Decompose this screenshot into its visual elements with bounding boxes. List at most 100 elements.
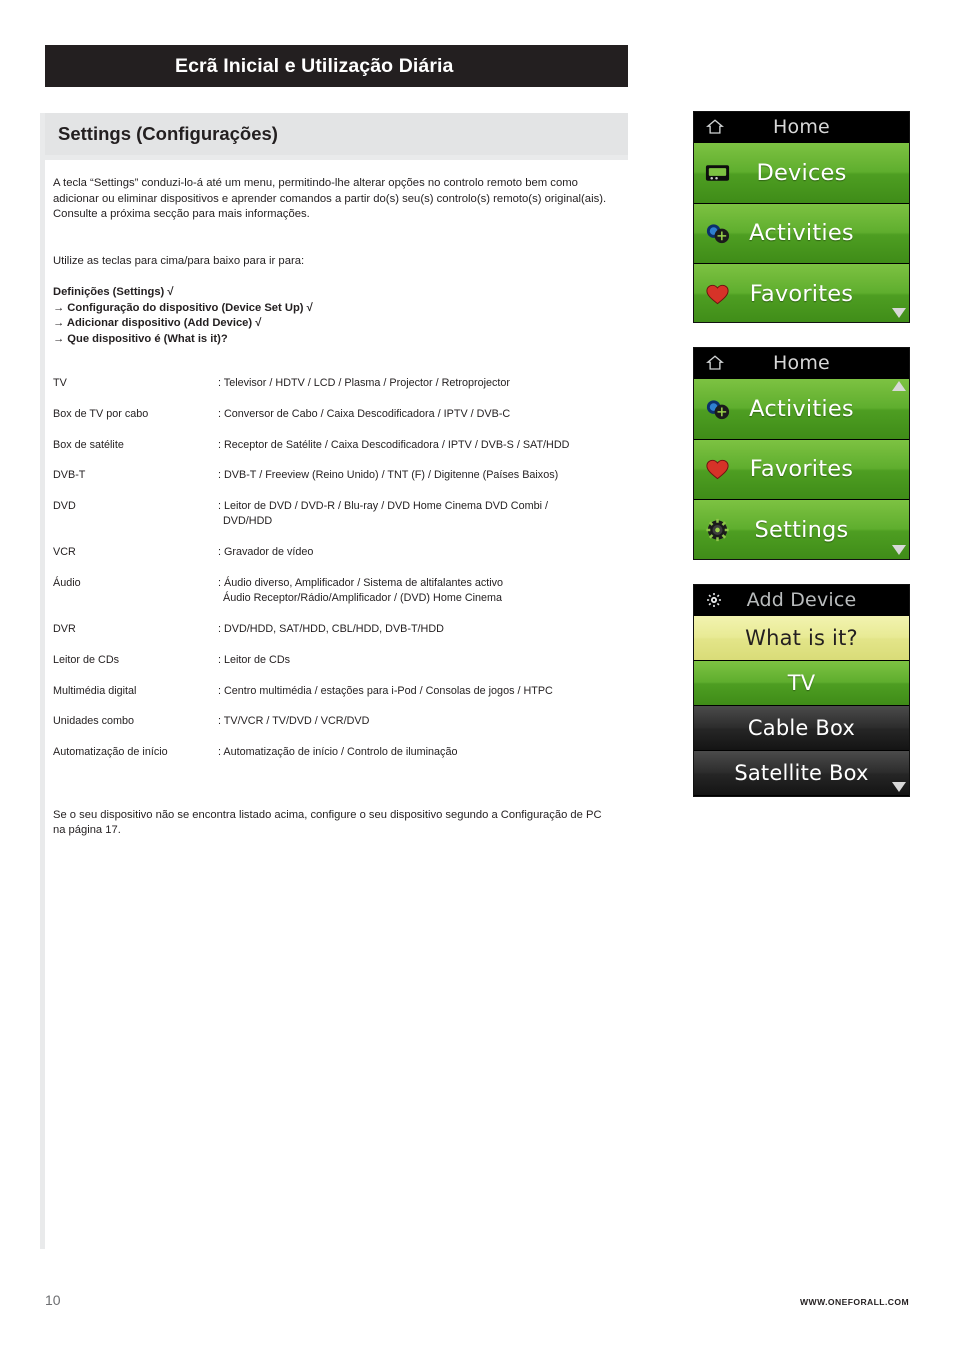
- screen-title: Home: [773, 116, 830, 138]
- table-row: Unidades combo : TV/VCR / TV/DVD / VCR/D…: [53, 714, 609, 745]
- menu-path-item: → Que dispositivo é (What is it)?: [53, 332, 228, 345]
- screen-row-label: TV: [787, 671, 816, 695]
- remote-screen-add-device[interactable]: Add Device What is it? TV Cable Box Sate…: [693, 584, 910, 797]
- device-name: DVR: [53, 622, 76, 635]
- page-number: 10: [45, 1292, 61, 1308]
- table-row: DVB-T : DVB-T / Freeview (Reino Unido) /…: [53, 468, 609, 499]
- table-row: Box de satélite : Receptor de Satélite /…: [53, 438, 609, 469]
- remote-screen-home-settings[interactable]: Home Activities Favorites Settings: [693, 347, 910, 560]
- screen-row-what-is-it[interactable]: What is it?: [694, 615, 909, 660]
- device-desc: : Leitor de DVD / DVD-R / Blu-ray / DVD …: [218, 499, 609, 545]
- device-desc-line1: : Automatização de início / Controlo de …: [218, 746, 458, 759]
- heart-icon: [704, 280, 731, 307]
- device-desc-line1: : TV/VCR / TV/DVD / VCR/DVD: [218, 715, 370, 728]
- scroll-down-icon[interactable]: [891, 306, 907, 319]
- table-row: Box de TV por cabo : Conversor de Cabo /…: [53, 407, 609, 438]
- table-row: TV : Televisor / HDTV / LCD / Plasma / P…: [53, 376, 609, 407]
- screen-row-devices[interactable]: Devices: [694, 142, 909, 203]
- screen-row-cable-box[interactable]: Cable Box: [694, 705, 909, 750]
- devices-icon: [704, 159, 731, 186]
- remote-screen-home-devices[interactable]: Home Devices Activities Favorites: [693, 111, 910, 323]
- screen-title: Home: [773, 352, 830, 374]
- device-name: Áudio: [53, 576, 81, 589]
- device-desc-line1: : Centro multimédia / estações para i-Po…: [218, 684, 553, 697]
- device-name: Leitor de CDs: [53, 653, 120, 666]
- device-desc-line1: : Áudio diverso, Amplificador / Sistema …: [218, 576, 504, 589]
- table-row: Multimédia digital : Centro multimédia /…: [53, 684, 609, 715]
- device-desc: : Receptor de Satélite / Caixa Descodifi…: [218, 438, 609, 469]
- screen-row-tv[interactable]: TV: [694, 660, 909, 705]
- usage-paragraph: Utilize as teclas para cima/para baixo p…: [53, 255, 305, 267]
- device-name: Box de satélite: [53, 438, 124, 451]
- device-desc: : Áudio diverso, Amplificador / Sistema …: [218, 576, 609, 622]
- device-name: DVB-T: [53, 469, 86, 482]
- website-label: WWW.ONEFORALL.COM: [800, 1297, 909, 1307]
- section-title-band: Settings (Configurações): [45, 113, 628, 155]
- device-name: Unidades combo: [53, 715, 135, 728]
- device-name: Automatização de início: [53, 746, 168, 759]
- screen-row-settings[interactable]: Settings: [694, 499, 909, 559]
- device-name: VCR: [53, 546, 76, 559]
- device-desc: : Televisor / HDTV / LCD / Plasma / Proj…: [218, 376, 609, 407]
- home-icon: [706, 354, 724, 372]
- gear-icon: [704, 516, 731, 543]
- home-icon: [706, 118, 724, 136]
- device-desc-line1: : Leitor de DVD / DVD-R / Blu-ray / DVD …: [218, 500, 548, 513]
- heart-icon: [704, 456, 731, 483]
- gear-icon: [706, 592, 722, 608]
- section-title: Settings (Configurações): [58, 123, 278, 144]
- menu-path-item: → Adicionar dispositivo (Add Device) √: [53, 317, 262, 329]
- screen-row-label: Satellite Box: [734, 761, 869, 785]
- device-desc-line1: : Gravador de vídeo: [218, 546, 314, 559]
- device-desc-line1: : DVD/HDD, SAT/HDD, CBL/HDD, DVB-T/HDD: [218, 622, 444, 635]
- screen-row-satellite-box[interactable]: Satellite Box: [694, 750, 909, 795]
- device-name: TV: [53, 377, 67, 389]
- device-type-table: TV : Televisor / HDTV / LCD / Plasma / P…: [53, 376, 609, 776]
- device-desc: : TV/VCR / TV/DVD / VCR/DVD: [218, 714, 609, 745]
- screen-titlebar: Home: [694, 348, 909, 378]
- device-desc: : Gravador de vídeo: [218, 545, 609, 576]
- table-row: Leitor de CDs : Leitor de CDs: [53, 653, 609, 684]
- page-title: Ecrã Inicial e Utilização Diária: [175, 54, 454, 77]
- scroll-down-icon[interactable]: [891, 543, 907, 556]
- screen-titlebar: Home: [694, 112, 909, 142]
- device-desc-line1: : Televisor / HDTV / LCD / Plasma / Proj…: [218, 377, 511, 389]
- screen-row-favorites[interactable]: Favorites: [694, 263, 909, 322]
- screen-row-label: What is it?: [745, 626, 858, 650]
- device-name: Multimédia digital: [53, 684, 137, 697]
- device-desc: : DVD/HDD, SAT/HDD, CBL/HDD, DVB-T/HDD: [218, 622, 609, 653]
- device-desc-line2: DVD/HDD: [223, 515, 273, 528]
- device-desc-line1: : Conversor de Cabo / Caixa Descodificad…: [218, 407, 511, 420]
- device-desc: : Centro multimédia / estações para i-Po…: [218, 684, 609, 715]
- table-row: DVD : Leitor de DVD / DVD-R / Blu-ray / …: [53, 499, 609, 545]
- scroll-down-icon[interactable]: [891, 780, 907, 793]
- device-desc-line1: : DVB-T / Freeview (Reino Unido) / TNT (…: [218, 469, 559, 482]
- device-desc: : Leitor de CDs: [218, 653, 609, 684]
- menu-path-item: Definições (Settings) √: [53, 286, 174, 298]
- activities-icon: [704, 395, 731, 422]
- table-row: Automatização de início : Automatização …: [53, 745, 609, 776]
- device-desc-line2: Áudio Receptor/Rádio/Amplificador / (DVD…: [223, 592, 503, 605]
- screen-row-activities[interactable]: Activities: [694, 378, 909, 439]
- scroll-up-icon[interactable]: [891, 380, 907, 393]
- menu-path-item: → Configuração do dispositivo (Device Se…: [53, 301, 313, 314]
- device-desc: : Automatização de início / Controlo de …: [218, 745, 609, 776]
- screen-row-label: Cable Box: [747, 716, 856, 740]
- device-name: DVD: [53, 500, 76, 513]
- activities-icon: [704, 220, 731, 247]
- menu-path-list: Definições (Settings) √ → Configuração d…: [53, 285, 313, 347]
- device-name: Box de TV por cabo: [53, 407, 149, 420]
- intro-paragraph: A tecla “Settings” conduzi-lo-á até um m…: [53, 177, 607, 221]
- device-desc-line1: : Receptor de Satélite / Caixa Descodifi…: [218, 438, 570, 451]
- table-row: VCR : Gravador de vídeo: [53, 545, 609, 576]
- screen-row-favorites[interactable]: Favorites: [694, 438, 909, 499]
- screen-titlebar: Add Device: [694, 585, 909, 615]
- device-desc: : Conversor de Cabo / Caixa Descodificad…: [218, 407, 609, 438]
- device-desc: : DVB-T / Freeview (Reino Unido) / TNT (…: [218, 468, 609, 499]
- footnote-paragraph: Se o seu dispositivo não se encontra lis…: [53, 809, 602, 837]
- page-header-bar: Ecrã Inicial e Utilização Diária: [45, 45, 628, 87]
- device-desc-line1: : Leitor de CDs: [218, 653, 291, 666]
- table-row: Áudio : Áudio diverso, Amplificador / Si…: [53, 576, 609, 622]
- table-row: DVR : DVD/HDD, SAT/HDD, CBL/HDD, DVB-T/H…: [53, 622, 609, 653]
- screen-row-activities[interactable]: Activities: [694, 202, 909, 263]
